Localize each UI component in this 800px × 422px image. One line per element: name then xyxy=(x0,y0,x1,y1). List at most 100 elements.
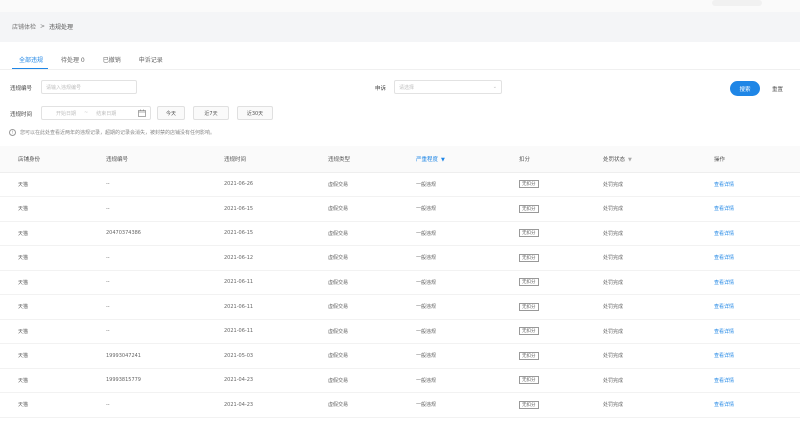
cell-violation-time: 2021-06-11 xyxy=(224,303,254,310)
cell-actions: 查看详情 xyxy=(696,368,800,393)
date-range-picker[interactable]: 开始日期 ~ 结束日期 xyxy=(41,106,151,120)
deduction-badge: 无扣分 xyxy=(519,180,539,189)
cell-severity: 一般违规 xyxy=(416,328,437,335)
view-details-link[interactable]: 查看详情 xyxy=(714,182,734,188)
cell-actions: 查看详情 xyxy=(696,344,800,369)
col-penalty-status-label: 处罚状态 xyxy=(603,156,626,163)
reset-button[interactable]: 重置 xyxy=(772,85,783,93)
view-details-link[interactable]: 查看详情 xyxy=(714,353,734,359)
view-details-link[interactable]: 查看详情 xyxy=(714,280,734,286)
appeal-placeholder: 请选择 xyxy=(399,84,415,91)
cell-severity: 一般违规 xyxy=(416,255,437,262)
tab-revoked[interactable]: 已撤销 xyxy=(94,55,130,64)
cell-actions: 查看详情 xyxy=(696,246,800,271)
cell-severity: 一般违规 xyxy=(416,279,437,286)
col-severity-label: 严重程度 xyxy=(416,156,439,163)
cell-violation-type: 虚假交易 xyxy=(328,377,349,384)
appeal-select[interactable]: 请选择 ⌄ xyxy=(394,80,502,94)
deduction-badge: 无扣分 xyxy=(519,376,539,385)
cell-severity: 一般违规 xyxy=(416,206,437,213)
top-bar xyxy=(0,0,800,12)
cell-violation-time: 2021-04-23 xyxy=(224,377,254,384)
last-30-days-button[interactable]: 近30天 xyxy=(237,106,273,120)
col-store-identity: 店铺身份 xyxy=(0,146,88,173)
cell-deduction: 无扣分 xyxy=(501,197,585,222)
tab-appeal-records[interactable]: 申诉记录 xyxy=(130,55,172,64)
cell-store-identity: 天猫 xyxy=(18,255,29,262)
filter-icon[interactable]: ▼ xyxy=(628,157,632,163)
view-details-link[interactable]: 查看详情 xyxy=(714,378,734,384)
cell-violation-no: -- xyxy=(106,401,110,408)
deduction-badge: 无扣分 xyxy=(519,351,539,360)
view-details-link[interactable]: 查看详情 xyxy=(714,206,734,212)
cell-severity: 一般违规 xyxy=(416,304,437,311)
cell-penalty-status: 处罚完成 xyxy=(603,402,624,409)
cell-deduction: 无扣分 xyxy=(501,221,585,246)
table-row: 天猫 -- 2021-06-26 虚假交易 一般违规 无扣分 处罚完成 查看详情 xyxy=(0,172,800,197)
today-button[interactable]: 今天 xyxy=(157,106,185,120)
cell-penalty-status: 处罚完成 xyxy=(603,328,624,335)
cell-violation-no: -- xyxy=(106,279,110,286)
deduction-badge: 无扣分 xyxy=(519,253,539,262)
tab-bar: 全部违规 待处理 0 已撤销 申诉记录 xyxy=(10,52,172,66)
cell-actions: 查看详情 xyxy=(696,295,800,320)
col-violation-type: 违规类型 xyxy=(310,146,398,173)
col-violation-no: 违规编号 xyxy=(88,146,206,173)
cell-violation-type: 虚假交易 xyxy=(328,230,349,237)
violation-no-placeholder: 请输入违规编号 xyxy=(46,84,82,91)
cell-severity: 一般违规 xyxy=(416,230,437,237)
cell-violation-no: -- xyxy=(106,328,110,335)
cell-store-identity: 天猫 xyxy=(18,328,29,335)
cell-violation-no: -- xyxy=(106,254,110,261)
cell-violation-time: 2021-06-15 xyxy=(224,230,254,237)
view-details-link[interactable]: 查看详情 xyxy=(714,231,734,237)
col-violation-time: 违规时间 xyxy=(206,146,310,173)
table-row: 天猫 20470374386 2021-06-15 虚假交易 一般违规 无扣分 处罚完成 查看… xyxy=(0,221,800,246)
chevron-down-icon: ⌄ xyxy=(492,84,497,90)
col-severity[interactable]: 严重程度 ▼ xyxy=(398,146,501,173)
calendar-icon xyxy=(138,109,146,119)
breadcrumb-current: 违规处理 xyxy=(49,23,74,31)
table-row: 天猫 -- 2021-06-12 虚假交易 一般违规 无扣分 处罚完成 查看详情 xyxy=(0,246,800,271)
last-7-days-button[interactable]: 近7天 xyxy=(193,106,229,120)
tab-pending[interactable]: 待处理 0 xyxy=(52,55,94,64)
view-details-link[interactable]: 查看详情 xyxy=(714,255,734,261)
retention-tip: ! 您可以在此处查看近两年的违规记录，超期的记录会消失，被封禁的店铺没有任何影响… xyxy=(9,129,215,136)
violation-no-input[interactable]: 请输入违规编号 xyxy=(41,80,137,94)
cell-violation-time: 2021-06-11 xyxy=(224,279,254,286)
col-actions: 操作 xyxy=(696,146,800,173)
cell-violation-time: 2021-06-11 xyxy=(224,328,254,335)
cell-store-identity: 天猫 xyxy=(18,230,29,237)
breadcrumb-parent[interactable]: 店铺体检 xyxy=(12,22,36,31)
cell-deduction: 无扣分 xyxy=(501,172,585,197)
cell-deduction: 无扣分 xyxy=(501,344,585,369)
top-bar-pill xyxy=(712,0,762,6)
view-details-link[interactable]: 查看详情 xyxy=(714,304,734,310)
cell-actions: 查看详情 xyxy=(696,270,800,295)
deduction-badge: 无扣分 xyxy=(519,204,539,213)
tab-all-violations[interactable]: 全部违规 xyxy=(10,55,52,64)
breadcrumb: 店铺体检 > 违规处理 xyxy=(12,20,73,32)
cell-deduction: 无扣分 xyxy=(501,246,585,271)
cell-severity: 一般违规 xyxy=(416,181,437,188)
cell-violation-type: 虚假交易 xyxy=(328,304,349,311)
cell-actions: 查看详情 xyxy=(696,197,800,222)
view-details-link[interactable]: 查看详情 xyxy=(714,329,734,335)
breadcrumb-separator: > xyxy=(40,22,46,30)
table-row: 天猫 -- 2021-04-23 虚假交易 一般违规 无扣分 处罚完成 查看详情 xyxy=(0,393,800,417)
deduction-badge: 无扣分 xyxy=(519,229,539,238)
deduction-badge: 无扣分 xyxy=(519,302,539,311)
table-row: 天猫 -- 2021-06-11 虚假交易 一般违规 无扣分 处罚完成 查看详情 xyxy=(0,270,800,295)
cell-severity: 一般违规 xyxy=(416,402,437,409)
cell-penalty-status: 处罚完成 xyxy=(603,255,624,262)
cell-penalty-status: 处罚完成 xyxy=(603,181,624,188)
filter-icon[interactable]: ▼ xyxy=(441,157,445,163)
col-deduction: 扣分 xyxy=(501,146,585,173)
start-date-placeholder: 开始日期 xyxy=(56,110,77,117)
view-details-link[interactable]: 查看详情 xyxy=(714,402,734,408)
table-row: 天猫 -- 2021-06-11 虚假交易 一般违规 无扣分 处罚完成 查看详情 xyxy=(0,319,800,344)
cell-violation-time: 2021-06-12 xyxy=(224,254,254,261)
cell-violation-type: 虚假交易 xyxy=(328,402,349,409)
search-button[interactable]: 搜索 xyxy=(730,81,760,96)
col-penalty-status[interactable]: 处罚状态 ▼ xyxy=(585,146,696,173)
